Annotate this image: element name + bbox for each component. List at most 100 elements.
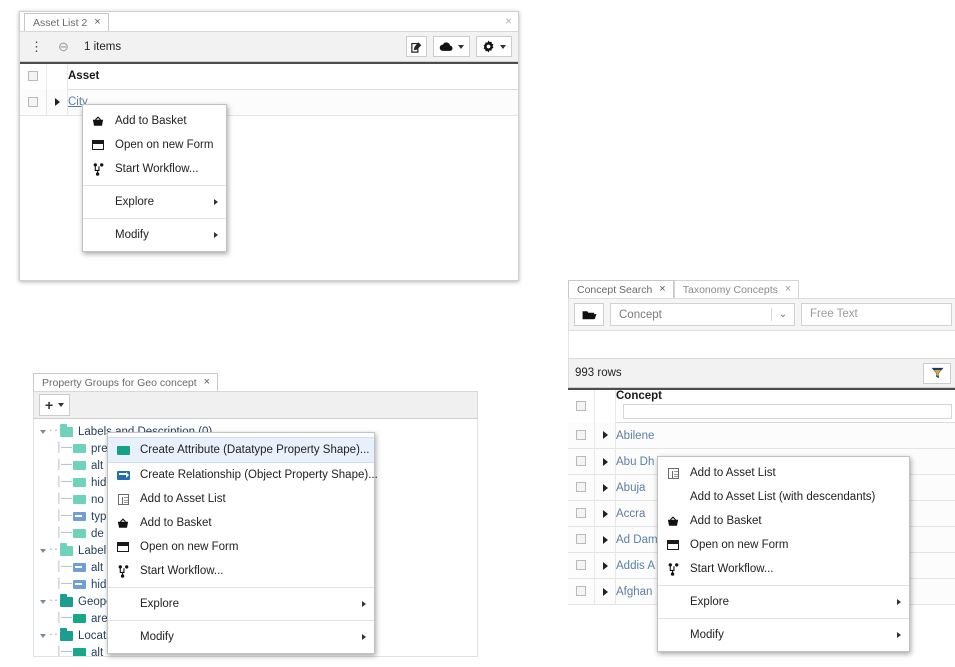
menu-item-add-to-basket[interactable]: Add to Basket bbox=[658, 509, 909, 533]
workflow-icon bbox=[108, 565, 138, 578]
filter-button[interactable] bbox=[923, 363, 951, 384]
row-checkbox[interactable] bbox=[576, 534, 586, 544]
tree-expander-icon[interactable] bbox=[40, 549, 46, 553]
close-icon[interactable]: × bbox=[204, 377, 210, 388]
tree-connector: │—— bbox=[56, 477, 71, 488]
green-square-glyph bbox=[117, 446, 130, 455]
menu-item-add-to-basket[interactable]: Add to Basket bbox=[83, 109, 226, 133]
row-checkbox-cell[interactable] bbox=[568, 449, 595, 475]
menu-item-add-to-basket[interactable]: Add to Basket bbox=[108, 511, 374, 535]
menu-item-modify[interactable]: Modify bbox=[108, 625, 374, 649]
menu-item-modify[interactable]: Modify bbox=[83, 223, 226, 247]
select-all-checkbox-cell[interactable] bbox=[568, 389, 595, 423]
row-expander-cell[interactable] bbox=[47, 89, 68, 115]
kebab-menu-icon[interactable]: ⋮ bbox=[26, 36, 47, 57]
menu-item-explore[interactable]: Explore bbox=[658, 590, 909, 614]
menu-item-add-to-asset-list[interactable]: Add to Asset List bbox=[108, 487, 374, 511]
row-checkbox-cell[interactable] bbox=[568, 501, 595, 527]
chevron-right-icon[interactable] bbox=[55, 98, 60, 106]
column-header-asset[interactable]: Asset bbox=[68, 63, 519, 89]
row-checkbox-cell[interactable] bbox=[20, 89, 47, 115]
menu-label: Modify bbox=[138, 631, 174, 643]
tree-expander-icon[interactable] bbox=[40, 430, 46, 434]
tab-taxonomy-concepts[interactable]: Taxonomy Concepts × bbox=[674, 280, 800, 298]
menu-item-add-to-asset-list-descendants[interactable]: Add to Asset List (with descendants) bbox=[658, 485, 909, 509]
remove-circle-icon[interactable]: ⊖ bbox=[53, 36, 74, 57]
property-groups-context-menu: Create Attribute (Datatype Property Shap… bbox=[107, 432, 375, 654]
row-checkbox[interactable] bbox=[576, 482, 586, 492]
row-checkbox-cell[interactable] bbox=[568, 527, 595, 553]
menu-item-create-relationship[interactable]: Create Relationship (Object Property Sha… bbox=[108, 463, 374, 487]
tree-expander-icon[interactable] bbox=[40, 634, 46, 638]
row-checkbox-cell[interactable] bbox=[568, 423, 595, 449]
row-expander-cell[interactable] bbox=[595, 579, 616, 605]
panel-close-icon[interactable]: × bbox=[505, 15, 512, 27]
chevron-right-icon[interactable] bbox=[603, 536, 608, 544]
row-expander-cell[interactable] bbox=[595, 527, 616, 553]
menu-item-modify[interactable]: Modify bbox=[658, 623, 909, 647]
tree-node-label: alt bbox=[91, 647, 103, 658]
menu-item-start-workflow[interactable]: Start Workflow... bbox=[658, 557, 909, 581]
row-checkbox[interactable] bbox=[576, 586, 586, 596]
select-all-checkbox-cell[interactable] bbox=[20, 63, 47, 89]
row-expander-cell[interactable] bbox=[595, 423, 616, 449]
row-checkbox[interactable] bbox=[28, 97, 38, 107]
row-expander-cell[interactable] bbox=[595, 449, 616, 475]
menu-item-add-to-asset-list[interactable]: Add to Asset List bbox=[658, 461, 909, 485]
menu-item-explore[interactable]: Explore bbox=[108, 592, 374, 616]
tab-asset-list-2[interactable]: Asset List 2 × bbox=[24, 13, 109, 31]
column-filter-input[interactable] bbox=[623, 404, 952, 419]
menu-label: Explore bbox=[688, 596, 729, 608]
menu-item-start-workflow[interactable]: Start Workflow... bbox=[108, 559, 374, 583]
menu-item-start-workflow[interactable]: Start Workflow... bbox=[83, 157, 226, 181]
menu-item-explore[interactable]: Explore bbox=[83, 190, 226, 214]
close-icon[interactable]: × bbox=[94, 17, 100, 28]
row-expander-cell[interactable] bbox=[595, 475, 616, 501]
column-header-concept[interactable]: Concept bbox=[616, 389, 955, 404]
tree-node-label: hid bbox=[91, 579, 106, 591]
chevron-right-icon[interactable] bbox=[603, 562, 608, 570]
tree-expander-icon[interactable] bbox=[40, 600, 46, 604]
table-row[interactable]: Abilene bbox=[568, 423, 955, 449]
chevron-right-icon[interactable] bbox=[603, 484, 608, 492]
menu-item-create-attribute[interactable]: Create Attribute (Datatype Property Shap… bbox=[108, 437, 374, 463]
chevron-down-icon[interactable]: ⌄ bbox=[772, 309, 794, 320]
row-checkbox-cell[interactable] bbox=[568, 553, 595, 579]
add-dropdown-button[interactable]: + bbox=[39, 394, 70, 416]
chevron-right-icon[interactable] bbox=[603, 431, 608, 439]
row-checkbox[interactable] bbox=[576, 456, 586, 466]
row-expander-cell[interactable] bbox=[595, 553, 616, 579]
free-text-input[interactable]: Free Text bbox=[801, 303, 952, 326]
menu-label: Create Relationship (Object Property Sha… bbox=[138, 469, 378, 481]
chevron-right-icon[interactable] bbox=[603, 510, 608, 518]
menu-item-open-on-new-form[interactable]: Open on new Form bbox=[83, 133, 226, 157]
concept-type-select[interactable]: Concept ⌄ bbox=[610, 303, 795, 326]
select-all-checkbox[interactable] bbox=[28, 71, 38, 81]
row-label-concept[interactable]: Abilene bbox=[616, 423, 955, 449]
row-expander-cell[interactable] bbox=[595, 501, 616, 527]
close-icon[interactable]: × bbox=[785, 284, 791, 295]
workflow-icon bbox=[658, 563, 688, 576]
edit-square-icon[interactable] bbox=[406, 36, 427, 57]
chevron-right-icon[interactable] bbox=[603, 458, 608, 466]
menu-label: Add to Basket bbox=[688, 515, 762, 527]
close-icon[interactable]: × bbox=[659, 284, 665, 295]
tab-property-groups[interactable]: Property Groups for Geo concept × bbox=[33, 373, 218, 391]
row-checkbox[interactable] bbox=[576, 430, 586, 440]
menu-separator bbox=[83, 185, 226, 186]
concept-search-bar: Concept ⌄ Free Text bbox=[568, 298, 955, 331]
row-checkbox-cell[interactable] bbox=[568, 579, 595, 605]
row-checkbox[interactable] bbox=[576, 560, 586, 570]
tab-concept-search[interactable]: Concept Search × bbox=[568, 280, 674, 298]
workflow-glyph bbox=[668, 563, 679, 576]
gear-dropdown-button[interactable] bbox=[476, 36, 512, 57]
chevron-right-icon[interactable] bbox=[603, 588, 608, 596]
select-all-checkbox[interactable] bbox=[576, 401, 586, 411]
open-folder-icon[interactable] bbox=[574, 303, 604, 326]
menu-item-open-on-new-form[interactable]: Open on new Form bbox=[658, 533, 909, 557]
menu-item-open-on-new-form[interactable]: Open on new Form bbox=[108, 535, 374, 559]
cloud-dropdown-button[interactable] bbox=[433, 36, 470, 57]
attribute-green-icon bbox=[73, 444, 86, 453]
row-checkbox-cell[interactable] bbox=[568, 475, 595, 501]
row-checkbox[interactable] bbox=[576, 508, 586, 518]
